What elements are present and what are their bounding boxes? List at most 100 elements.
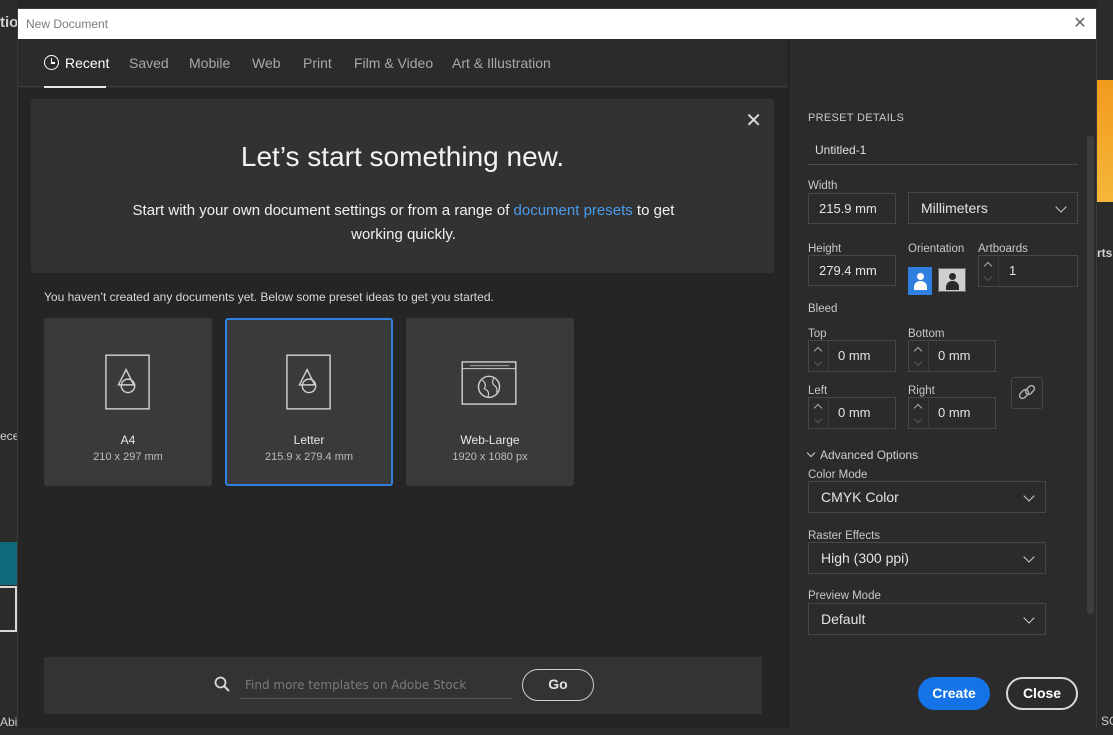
preview-mode-value: Default: [821, 611, 866, 627]
tab-label: Recent: [65, 55, 110, 71]
preset-dimensions: 1920 x 1080 px: [452, 451, 528, 463]
new-document-dialog: New Document ✕ Recent Saved Mobile Web P…: [17, 8, 1097, 729]
tab-web[interactable]: Web: [252, 55, 281, 71]
go-button[interactable]: Go: [522, 669, 594, 701]
bleed-left-value: 0 mm: [838, 405, 871, 420]
preview-mode-label: Preview Mode: [808, 590, 881, 602]
units-dropdown[interactable]: Millimeters: [908, 192, 1078, 224]
stepper-up-icon: [913, 346, 923, 356]
preview-mode-dropdown[interactable]: Default: [808, 603, 1046, 635]
tab-film-video[interactable]: Film & Video: [354, 55, 433, 71]
background-left-text: ece: [0, 429, 17, 443]
stepper-down-icon: [813, 357, 823, 367]
document-name-field[interactable]: Untitled-1: [808, 135, 1078, 165]
bleed-top-value: 0 mm: [838, 348, 871, 363]
welcome-heading: Let’s start something new.: [240, 141, 565, 172]
preset-dimensions: 210 x 297 mm: [93, 451, 163, 463]
document-presets-link[interactable]: document presets: [514, 202, 633, 219]
stock-search-bar: Go: [44, 657, 762, 714]
bleed-bottom-label: Bottom: [908, 328, 945, 340]
artboards-stepper[interactable]: 1: [978, 255, 1078, 287]
bleed-bottom-stepper[interactable]: 0 mm: [908, 340, 996, 372]
bleed-right-label: Right: [908, 385, 935, 397]
tab-print[interactable]: Print: [303, 55, 332, 71]
landscape-orientation-button[interactable]: [938, 268, 966, 292]
background-thumbnail-frame: [0, 586, 17, 632]
dialog-title: New Document: [26, 17, 109, 31]
empty-recent-hint: You haven’t created any documents yet. B…: [44, 290, 494, 304]
preset-details-title: PRESET DETAILS: [808, 112, 905, 124]
artboards-label: Artboards: [978, 243, 1028, 255]
tab-saved[interactable]: Saved: [129, 55, 169, 71]
chevron-down-icon: [1023, 612, 1035, 624]
bleed-right-stepper[interactable]: 0 mm: [908, 397, 996, 429]
stepper-down-icon: [983, 272, 993, 282]
preset-dimensions: 215.9 x 279.4 mm: [264, 451, 354, 463]
close-button[interactable]: Close: [1006, 677, 1078, 710]
category-tabs: Recent Saved Mobile Web Print Film & Vid…: [18, 39, 788, 88]
portrait-icon-body: [914, 281, 927, 290]
width-field[interactable]: 215.9 mm: [808, 193, 896, 224]
orientation-label: Orientation: [908, 243, 965, 255]
color-mode-label: Color Mode: [808, 469, 868, 481]
dialog-titlebar: New Document ✕: [18, 9, 1096, 39]
raster-effects-value: High (300 ppi): [821, 550, 909, 566]
clock-icon: [44, 55, 59, 70]
welcome-close-button[interactable]: ✕: [745, 111, 762, 131]
stepper-down-icon: [913, 357, 923, 367]
stock-search-input[interactable]: [240, 671, 512, 699]
background-bottom-bar: [0, 728, 1113, 735]
raster-effects-dropdown[interactable]: High (300 ppi): [808, 542, 1046, 574]
width-label: Width: [808, 180, 838, 192]
preset-details-panel: PRESET DETAILS Untitled-1 Width 215.9 mm…: [788, 39, 1096, 729]
bleed-top-stepper[interactable]: 0 mm: [808, 340, 896, 372]
landscape-icon-body: [946, 281, 959, 290]
height-field[interactable]: 279.4 mm: [808, 255, 896, 286]
artboards-value: 1: [1009, 263, 1017, 278]
background-thumbnail: [0, 542, 17, 585]
link-bleed-button[interactable]: [1011, 377, 1043, 409]
stepper-arrows[interactable]: [809, 341, 829, 371]
background-orange-image: [1097, 80, 1113, 202]
preset-name: Letter: [293, 433, 325, 447]
stepper-up-icon: [913, 403, 923, 413]
preset-card-letter[interactable]: Letter 215.9 x 279.4 mm: [225, 318, 393, 486]
search-icon: [214, 676, 230, 692]
link-icon: [1018, 384, 1036, 400]
stepper-arrows[interactable]: [909, 341, 929, 371]
document-icon: [105, 354, 150, 410]
stepper-arrows[interactable]: [909, 398, 929, 428]
color-mode-value: CMYK Color: [821, 489, 899, 505]
tab-recent[interactable]: Recent: [44, 55, 109, 71]
bleed-bottom-value: 0 mm: [938, 348, 971, 363]
landscape-icon: [949, 273, 956, 280]
stepper-arrows[interactable]: [809, 398, 829, 428]
bleed-right-value: 0 mm: [938, 405, 971, 420]
portrait-orientation-button[interactable]: [908, 267, 932, 295]
tab-art-illustration[interactable]: Art & Illustration: [452, 55, 551, 71]
details-scrollbar[interactable]: [1087, 136, 1094, 614]
bleed-left-label: Left: [808, 385, 828, 397]
bleed-label: Bleed: [808, 303, 838, 315]
chevron-down-icon: [1023, 551, 1035, 563]
document-icon: [286, 354, 331, 410]
window-close-button[interactable]: ✕: [1070, 14, 1090, 34]
welcome-subtext-start: Start with your own document settings or…: [132, 202, 514, 219]
stepper-up-icon: [813, 403, 823, 413]
preset-card-a4[interactable]: A4 210 x 297 mm: [44, 318, 212, 486]
bleed-left-stepper[interactable]: 0 mm: [808, 397, 896, 429]
stepper-down-icon: [813, 414, 823, 424]
preset-card-web-large[interactable]: Web-Large 1920 x 1080 px: [406, 318, 574, 486]
chevron-down-icon: [1023, 490, 1035, 502]
tab-mobile[interactable]: Mobile: [189, 55, 230, 71]
color-mode-dropdown[interactable]: CMYK Color: [808, 481, 1046, 513]
preset-name: A4: [120, 433, 136, 447]
bleed-top-label: Top: [808, 328, 827, 340]
create-button[interactable]: Create: [918, 677, 990, 710]
stepper-down-icon: [913, 414, 923, 424]
stepper-up-icon: [813, 346, 823, 356]
stepper-arrows[interactable]: [979, 256, 999, 286]
advanced-options-toggle[interactable]: Advanced Options: [806, 448, 918, 462]
preset-name: Web-Large: [460, 433, 520, 447]
background-left-text: tio: [0, 14, 17, 31]
